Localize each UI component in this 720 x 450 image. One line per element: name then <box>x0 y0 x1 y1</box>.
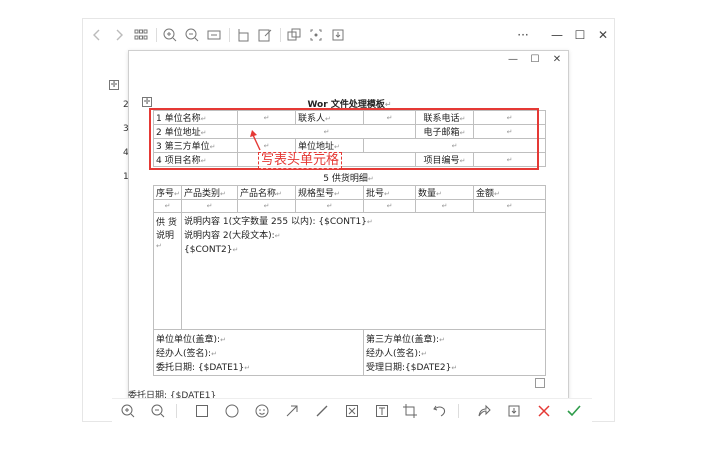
header-cell[interactable]: 电子邮箱↵ <box>415 124 474 139</box>
save-icon[interactable] <box>506 403 522 419</box>
explain-content-cell[interactable]: 说明内容 1(文字数量 255 以内): {$CONT1}↵ 说明内容 2(大段… <box>181 212 546 330</box>
document-title-text: Wor 文件处理模板 <box>307 100 385 110</box>
table-cell[interactable]: ↵ <box>415 199 474 213</box>
maximize-button[interactable]: ☐ <box>572 27 588 43</box>
header-cell[interactable]: 单位地址↵ <box>295 138 364 153</box>
toolbar-divider <box>229 28 230 42</box>
doc-close-button[interactable]: ✕ <box>550 53 564 67</box>
doc-minimize-button[interactable]: — <box>506 53 520 67</box>
table-header-row: 序号↵ 产品类别↵ 产品名称↵ 规格型号↵ 批号↵ 数量↵ 金额↵ <box>153 185 546 200</box>
column-header: 金额↵ <box>473 185 546 200</box>
zoom-out-icon[interactable] <box>150 403 166 419</box>
undo-icon[interactable] <box>432 403 448 419</box>
doc-maximize-button[interactable]: ☐ <box>528 53 542 67</box>
table-cell[interactable]: ↵ <box>237 199 296 213</box>
column-header: 数量↵ <box>415 185 474 200</box>
value-cell[interactable]: ↵ <box>473 124 546 139</box>
toolbar-divider <box>176 404 177 418</box>
header-cell[interactable]: 2 单位地址↵ <box>153 124 238 139</box>
zoom-in-icon[interactable] <box>120 403 136 419</box>
forward-arrow-icon[interactable] <box>111 27 127 43</box>
header-cell[interactable]: 联系电话↵ <box>415 110 474 125</box>
explain-label-cell: 供 货 说明↵ <box>153 212 182 330</box>
value-cell[interactable]: ↵ <box>473 152 546 167</box>
supply-section-title: 5 供货明细↵ <box>323 174 374 184</box>
line-icon[interactable] <box>314 403 330 419</box>
resize-handle-icon[interactable] <box>535 378 545 388</box>
annotation-arrow-icon <box>250 130 261 151</box>
value-cell[interactable]: ↵ <box>237 138 296 153</box>
table-row: ↵ ↵ ↵ ↵ ↵ ↵ ↵ <box>153 199 546 213</box>
table-row: 1 单位名称↵ ↵ 联系人↵ ↵ 联系电话↵ ↵ <box>153 110 546 125</box>
screenshot-stage: ··· — ☐ ✕ ✛ 2 3 4 1 — ☐ ✕ ✛ Wor 文件处理模板↵ … <box>0 0 720 450</box>
table-cell[interactable]: ↵ <box>473 199 546 213</box>
fit-page-icon[interactable] <box>206 27 222 43</box>
copy-icon[interactable] <box>286 27 302 43</box>
value-cell[interactable]: ↵ <box>237 124 416 139</box>
mosaic-icon[interactable] <box>344 403 360 419</box>
value-cell[interactable]: ↵ <box>473 110 546 125</box>
emoji-icon[interactable] <box>254 403 270 419</box>
more-options-icon[interactable]: ··· <box>515 27 531 43</box>
column-header: 产品类别↵ <box>181 185 238 200</box>
table-cell[interactable]: ↵ <box>153 199 182 213</box>
header-table: 1 单位名称↵ ↵ 联系人↵ ↵ 联系电话↵ ↵ 2 单位地址↵ ↵ 电子邮箱↵… <box>153 110 546 167</box>
annotation-label: 写表头单元格 <box>258 152 343 169</box>
column-header: 序号↵ <box>153 185 182 200</box>
toolbar-divider <box>458 404 459 418</box>
toolbar-divider <box>156 28 157 42</box>
zoom-out-icon[interactable] <box>184 27 200 43</box>
header-cell[interactable]: 1 单位名称↵ <box>153 110 238 125</box>
share-icon[interactable] <box>476 403 492 419</box>
cancel-icon[interactable] <box>536 403 552 419</box>
document-window-titlebar: — ☐ ✕ <box>129 51 568 71</box>
table-row: 4 项目名称↵ 项目编号↵ ↵ <box>153 152 546 167</box>
viewer-toolbar: ··· — ☐ ✕ <box>83 19 614 51</box>
crop-icon[interactable] <box>402 403 418 419</box>
grid-icon[interactable] <box>133 27 149 43</box>
column-header: 规格型号↵ <box>295 185 364 200</box>
column-header: 批号↵ <box>363 185 416 200</box>
minimize-button[interactable]: — <box>549 27 565 43</box>
table-row: 3 第三方单位↵ ↵ 单位地址↵ ↵ <box>153 138 546 153</box>
header-cell[interactable]: 3 第三方单位↵ <box>153 138 238 153</box>
signature-right-cell[interactable]: 第三方单位(盖章):↵ 经办人(签名):↵ 受理日期:{$DATE2}↵ <box>363 329 546 376</box>
header-cell[interactable]: 联系人↵ <box>295 110 364 125</box>
download-icon[interactable] <box>330 27 346 43</box>
document-title: Wor 文件处理模板↵ <box>129 97 570 110</box>
header-cell[interactable]: 项目编号↵ <box>415 152 474 167</box>
table-row: 2 单位地址↵ ↵ 电子邮箱↵ ↵ <box>153 124 546 139</box>
table-cell[interactable]: ↵ <box>363 199 416 213</box>
column-header: 产品名称↵ <box>237 185 296 200</box>
paragraph-mark: ↵ <box>384 100 392 109</box>
value-cell[interactable]: ↵ <box>363 138 546 153</box>
table-cell[interactable]: ↵ <box>181 199 238 213</box>
signature-left-cell[interactable]: 单位单位(盖章):↵ 经办人(签名):↵ 委托日期: {$DATE1}↵ <box>153 329 364 376</box>
circle-icon[interactable] <box>224 403 240 419</box>
rotate-icon[interactable] <box>235 27 251 43</box>
close-button[interactable]: ✕ <box>595 27 611 43</box>
table-cell[interactable]: ↵ <box>295 199 364 213</box>
crop-icon[interactable] <box>308 27 324 43</box>
back-arrow-icon[interactable] <box>89 27 105 43</box>
header-cell[interactable]: 4 项目名称↵ <box>153 152 238 167</box>
supply-details-table: 序号↵ 产品类别↵ 产品名称↵ 规格型号↵ 批号↵ 数量↵ 金额↵ ↵ ↵ ↵ … <box>153 185 546 376</box>
confirm-icon[interactable] <box>566 403 582 419</box>
document-window: — ☐ ✕ ✛ Wor 文件处理模板↵ 1 单位名称↵ ↵ 联系人↵ ↵ 联系电… <box>128 50 569 400</box>
zoom-in-icon[interactable] <box>162 27 178 43</box>
value-cell[interactable]: ↵ <box>363 110 416 125</box>
explain-row: 供 货 说明↵ 说明内容 1(文字数量 255 以内): {$CONT1}↵ 说… <box>153 212 546 330</box>
table-move-handle-icon[interactable]: ✛ <box>109 80 119 90</box>
arrow-icon[interactable] <box>284 403 300 419</box>
signature-row: 单位单位(盖章):↵ 经办人(签名):↵ 委托日期: {$DATE1}↵ 第三方… <box>153 329 546 376</box>
edit-icon[interactable] <box>257 27 273 43</box>
value-cell[interactable]: ↵ <box>237 110 296 125</box>
rectangle-icon[interactable] <box>194 403 210 419</box>
toolbar-divider <box>280 28 281 42</box>
text-icon[interactable] <box>374 403 390 419</box>
annotation-toolbar <box>112 398 592 422</box>
